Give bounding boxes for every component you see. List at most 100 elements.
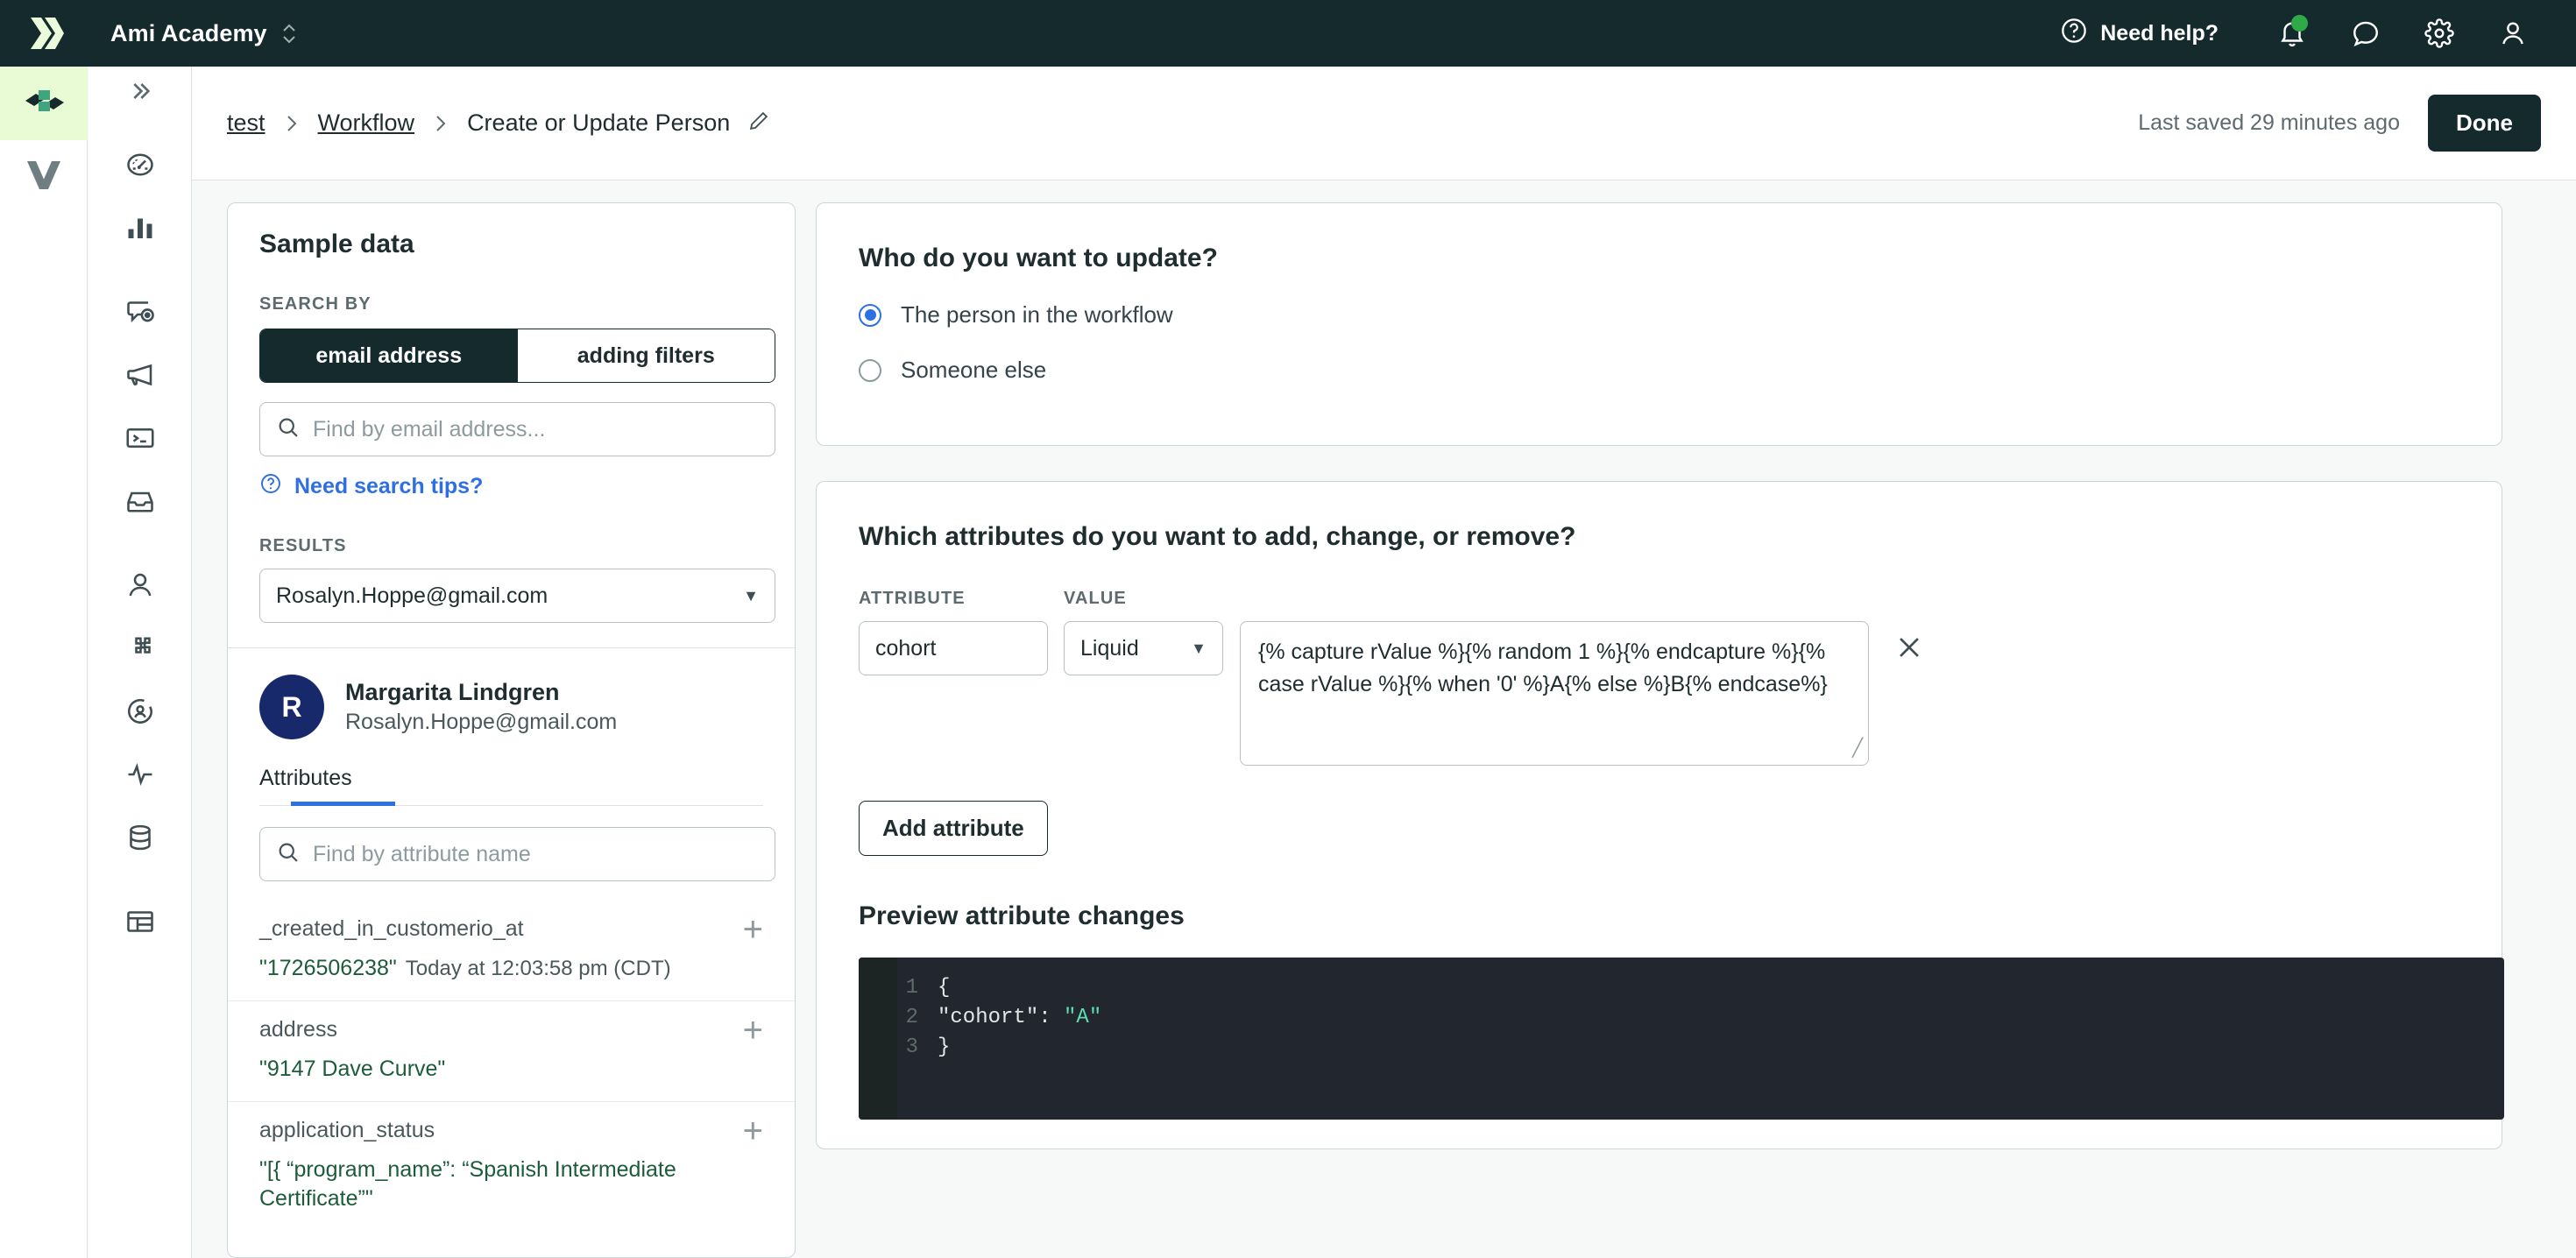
- attribute-value-text: "1726506238": [259, 956, 397, 980]
- people-icon: [124, 569, 156, 605]
- journeys-logo-icon: [24, 87, 64, 121]
- settings-button[interactable]: [2403, 0, 2476, 67]
- add-attribute-button[interactable]: Add attribute: [859, 801, 1048, 856]
- breadcrumb-separator: [283, 112, 301, 135]
- radio-button-selected[interactable]: [859, 303, 881, 327]
- tab-attributes[interactable]: Attributes: [259, 766, 352, 805]
- radio-button[interactable]: [859, 358, 881, 382]
- top-bar-actions: Need help?: [2060, 0, 2576, 67]
- broadcast-icon: [124, 359, 156, 395]
- segments-icon: [124, 696, 156, 731]
- attribute-column-label: ATTRIBUTE: [859, 589, 966, 608]
- chevron-down-icon: ▼: [743, 586, 759, 604]
- radio-option-person-in-workflow[interactable]: The person in the workflow: [859, 301, 2459, 329]
- sidebar-item-activity[interactable]: [88, 750, 192, 802]
- code-body: 1 2 3 { "cohort": "A" }: [897, 958, 2504, 1120]
- sidebar-item-api-console[interactable]: [88, 413, 192, 466]
- rename-workflow-button[interactable]: [747, 110, 770, 137]
- segment-email-address[interactable]: email address: [260, 329, 518, 382]
- liquid-value-text: {% capture rValue %}{% random 1 %}{% end…: [1258, 640, 1828, 696]
- sidebar-item-broadcasts[interactable]: [88, 350, 192, 403]
- workspace-name: Ami Academy: [110, 19, 267, 46]
- data-pipelines-icon: [25, 158, 62, 197]
- sidebar-item-analytics[interactable]: [88, 203, 192, 256]
- value-type-value: Liquid: [1080, 635, 1139, 661]
- field-labels-row: ATTRIBUTE VALUE: [859, 589, 2459, 609]
- customerio-logo-icon[interactable]: [0, 16, 88, 51]
- attribute-search-input[interactable]: Find by attribute name: [259, 827, 775, 881]
- person-name: Margarita Lindgren: [345, 679, 560, 705]
- email-search-input[interactable]: Find by email address...: [259, 402, 775, 456]
- search-icon: [276, 840, 301, 869]
- notification-badge: [2291, 15, 2308, 32]
- last-saved-status: Last saved 29 minutes ago: [2138, 110, 2400, 135]
- plus-icon[interactable]: +: [743, 1013, 763, 1048]
- code-lines: { "cohort": "A" }: [938, 973, 1101, 1120]
- resize-handle[interactable]: ╱: [1852, 736, 1863, 761]
- chat-button[interactable]: [2329, 0, 2403, 67]
- done-button[interactable]: Done: [2428, 95, 2541, 152]
- list-item: _created_in_customerio_at + "1726506238"…: [228, 901, 795, 1000]
- sidebar-item-data[interactable]: [88, 813, 192, 866]
- code-line: "cohort": "A": [938, 1003, 1101, 1033]
- account-button[interactable]: [2476, 0, 2550, 67]
- remove-attribute-button[interactable]: [1892, 632, 1927, 667]
- notifications-button[interactable]: [2255, 0, 2329, 67]
- need-search-tips-link[interactable]: Need search tips?: [259, 472, 763, 501]
- liquid-value-textarea[interactable]: {% capture rValue %}{% random 1 %}{% end…: [1240, 621, 1869, 766]
- attribute-value: "9147 Dave Curve": [259, 1057, 446, 1081]
- top-bar: Ami Academy Need help?: [0, 0, 2576, 67]
- breadcrumb-separator: [432, 112, 449, 135]
- attribute-name: application_status: [259, 1118, 435, 1142]
- need-help-button[interactable]: Need help?: [2060, 17, 2219, 51]
- avatar: R: [259, 675, 324, 739]
- data-icon: [124, 822, 156, 858]
- value-type-select[interactable]: Liquid ▼: [1064, 621, 1223, 675]
- dashboard-icon: [124, 149, 156, 185]
- breadcrumb-item-workflow[interactable]: Workflow: [318, 110, 415, 137]
- who-to-update-card: Who do you want to update? The person in…: [816, 202, 2502, 446]
- code-line-number: 1: [905, 976, 918, 1000]
- sample-data-header: Sample data SEARCH BY email address addi…: [228, 203, 795, 623]
- need-search-tips-label: Need search tips?: [294, 474, 484, 498]
- radio-label: Someone else: [901, 357, 1047, 383]
- sidebar-collapse-toggle[interactable]: [88, 67, 192, 119]
- sidebar-item-integrations[interactable]: [88, 624, 192, 676]
- results-select[interactable]: Rosalyn.Hoppe@gmail.com ▼: [259, 569, 775, 623]
- message-preview-icon: [124, 296, 156, 332]
- person-email: Rosalyn.Hoppe@gmail.com: [345, 710, 618, 734]
- attribute-name: _created_in_customerio_at: [259, 916, 524, 941]
- breadcrumb-actions: Last saved 29 minutes ago Done: [2138, 95, 2541, 152]
- attribute-list: _created_in_customerio_at + "1726506238"…: [228, 901, 795, 1231]
- segment-adding-filters[interactable]: adding filters: [517, 329, 775, 382]
- sidebar-item-collections[interactable]: [88, 897, 192, 950]
- sidebar-item-inbox[interactable]: [88, 477, 192, 529]
- api-console-icon: [124, 422, 156, 458]
- code-line-numbers: 1 2 3: [897, 973, 938, 1120]
- secondary-nav: [88, 67, 192, 1258]
- search-by-segmented-control: email address adding filters: [259, 329, 775, 383]
- code-line-number: 3: [905, 1035, 918, 1060]
- person-summary: R Margarita Lindgren Rosalyn.Hoppe@gmail…: [228, 648, 795, 739]
- sidebar-item-message-preview[interactable]: [88, 287, 192, 340]
- attribute-value: "[{ “program_name”: “Spanish Intermediat…: [259, 1157, 676, 1211]
- help-circle-icon: [2060, 17, 2088, 51]
- radio-label: The person in the workflow: [901, 301, 1173, 328]
- plus-icon[interactable]: +: [743, 1113, 763, 1148]
- preview-code-block: 1 2 3 { "cohort": "A" }: [859, 958, 2504, 1120]
- sidebar-item-dashboard[interactable]: [88, 140, 192, 193]
- attribute-name-input[interactable]: cohort: [859, 621, 1048, 675]
- breadcrumb-item-test[interactable]: test: [227, 110, 265, 137]
- sidebar-item-people[interactable]: [88, 561, 192, 613]
- radio-option-someone-else[interactable]: Someone else: [859, 357, 2459, 384]
- collections-icon: [124, 906, 156, 942]
- sample-data-title: Sample data: [259, 230, 414, 258]
- code-gutter: [859, 958, 897, 1120]
- who-card-body: Who do you want to update? The person in…: [817, 203, 2502, 424]
- plus-icon[interactable]: +: [743, 912, 763, 947]
- rail-item-journeys[interactable]: [0, 67, 88, 140]
- sample-data-panel: Sample data SEARCH BY email address addi…: [227, 202, 796, 1258]
- rail-item-data-pipelines[interactable]: [0, 140, 88, 214]
- sidebar-item-segments[interactable]: [88, 687, 192, 739]
- workspace-switch-icon[interactable]: [281, 24, 297, 44]
